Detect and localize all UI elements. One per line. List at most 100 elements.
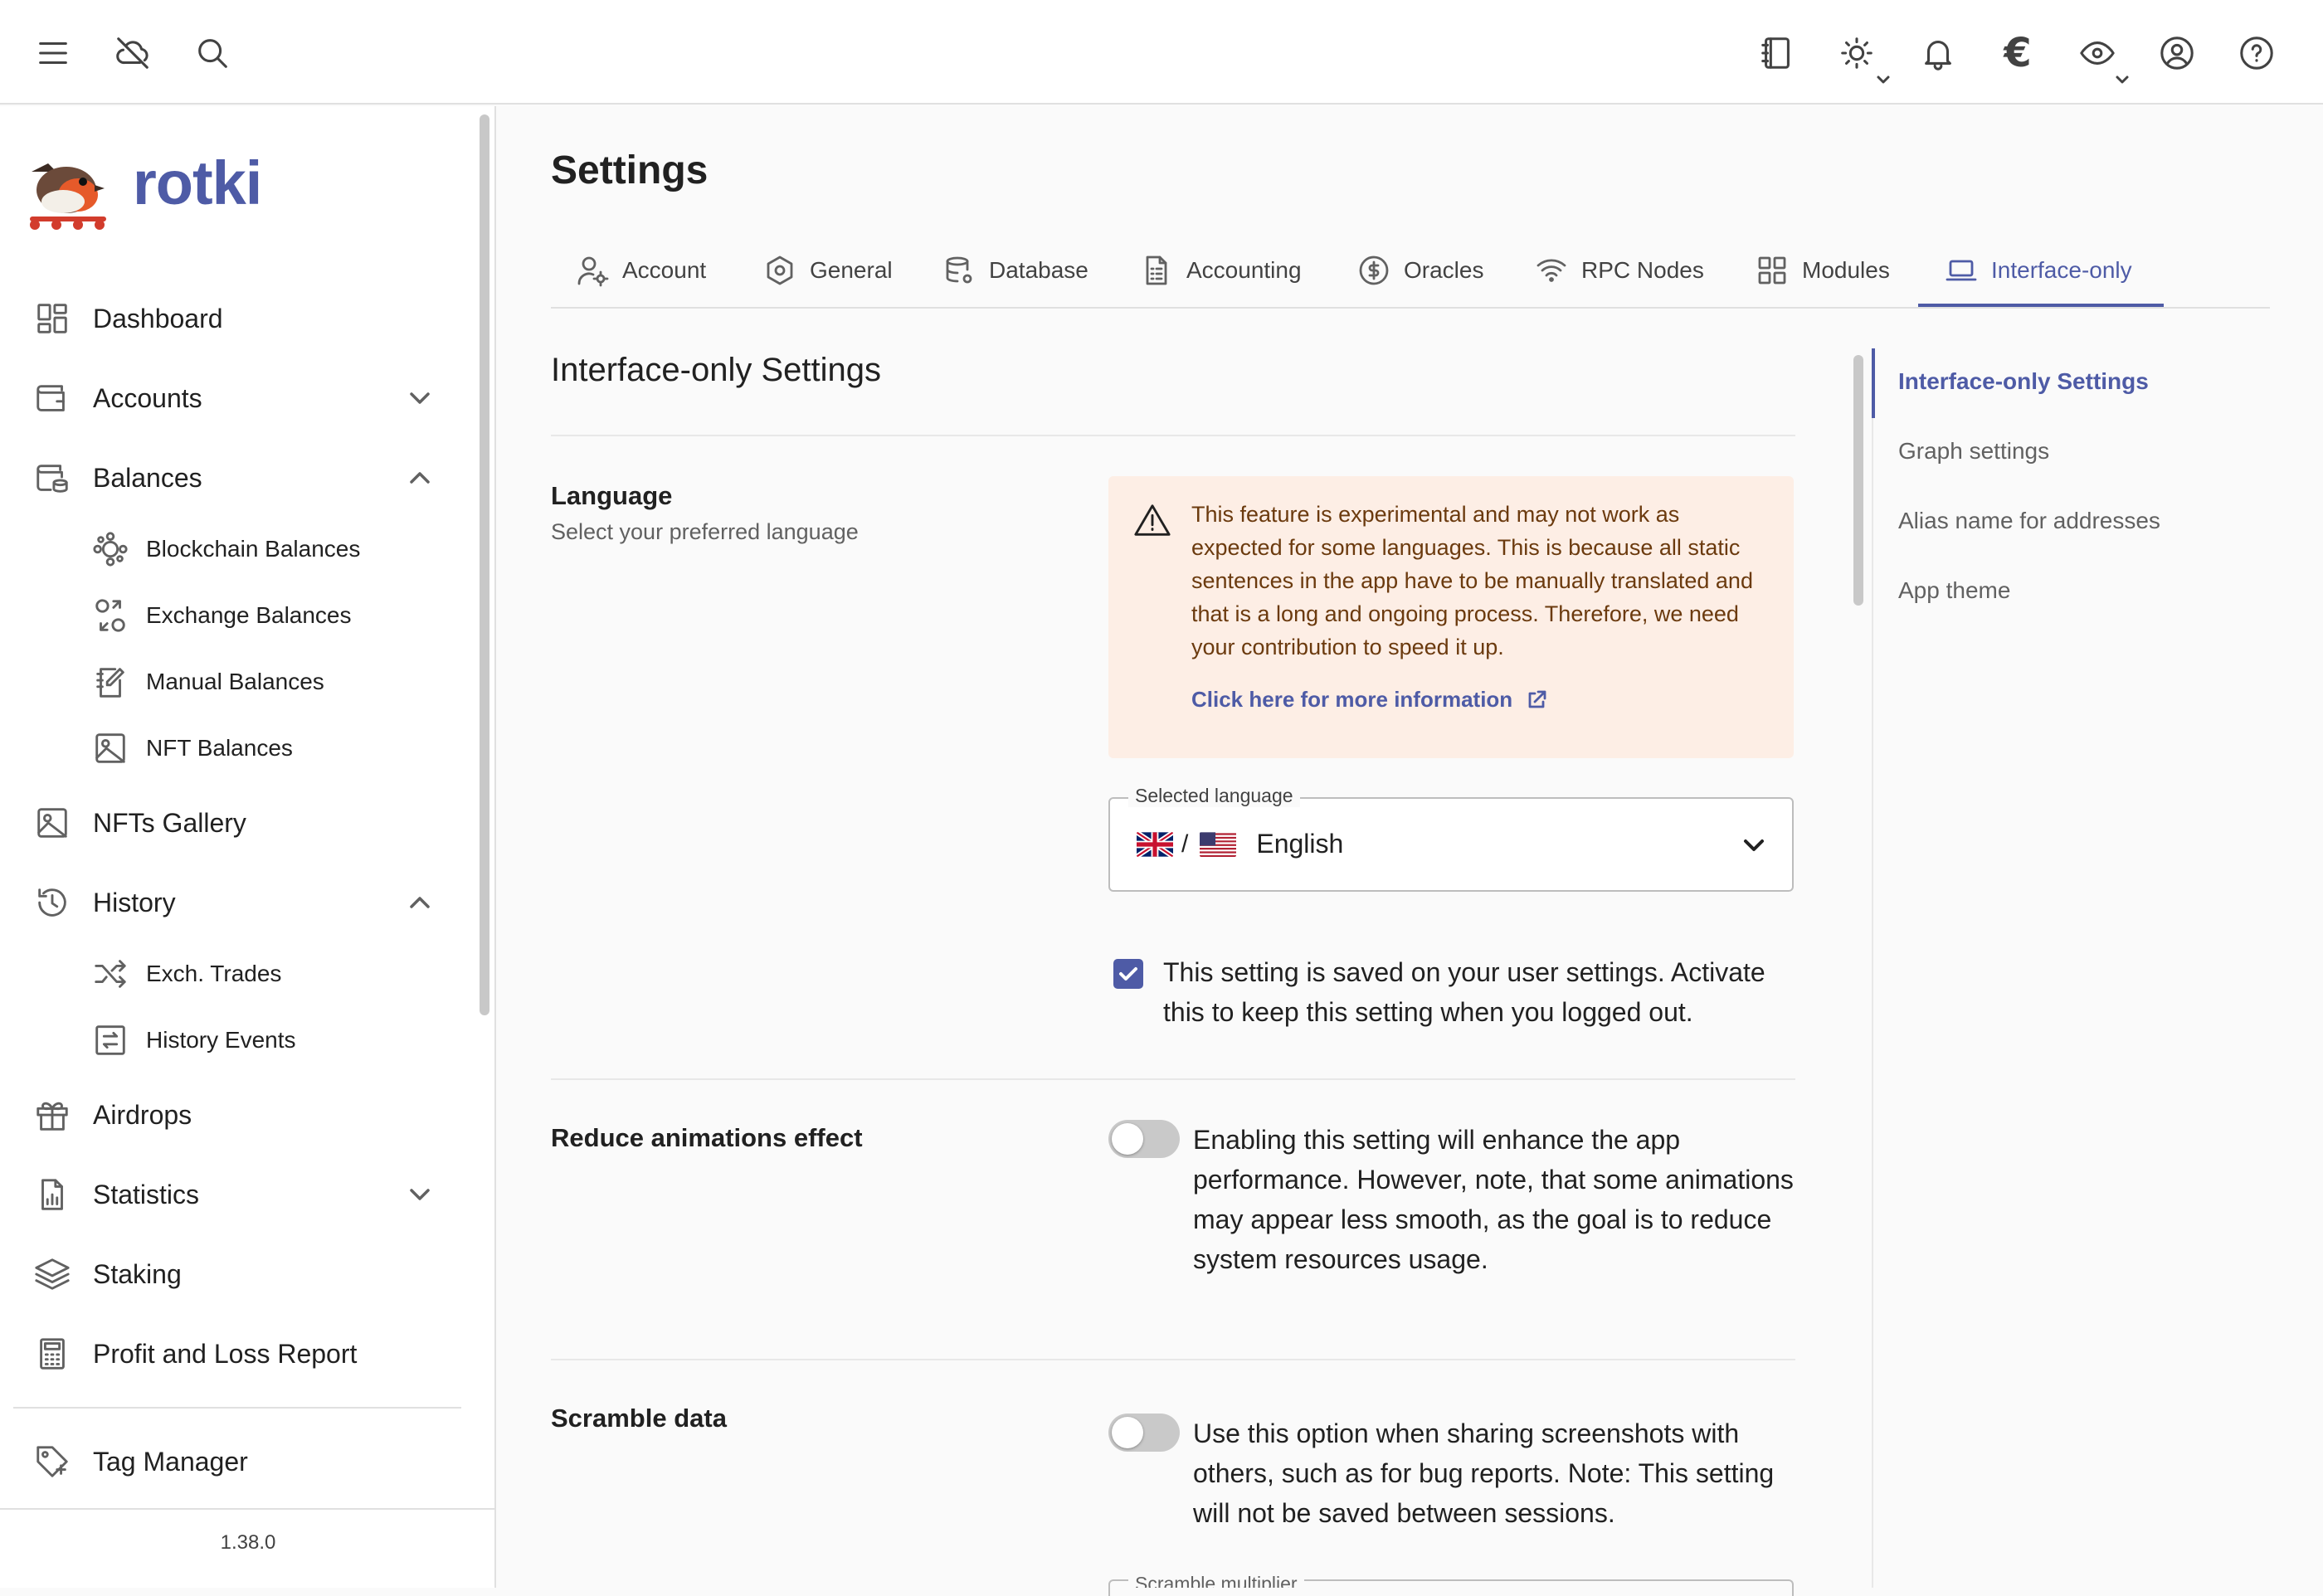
tab-database[interactable]: Database xyxy=(942,232,1088,309)
active-tab-indicator xyxy=(1918,304,2164,307)
check-icon xyxy=(1119,967,1137,980)
warning-triangle-icon xyxy=(1133,501,1171,539)
us-flag-icon xyxy=(1200,831,1237,857)
history-icon xyxy=(33,883,71,922)
tab-label: Accounting xyxy=(1186,257,1302,283)
cloud-off-icon[interactable] xyxy=(110,30,156,76)
bell-icon[interactable] xyxy=(1915,30,1961,76)
sidebar-item-tag-manager[interactable]: Tag Manager xyxy=(0,1425,465,1498)
image-icon xyxy=(91,729,129,767)
sidebar-item-profit-loss-report[interactable]: Profit and Loss Report xyxy=(0,1317,465,1390)
currency-euro-icon[interactable]: € xyxy=(1994,30,2041,76)
sidebar-item-label: NFTs Gallery xyxy=(93,807,246,838)
scramble-description: Use this option when sharing screenshots… xyxy=(1193,1418,1775,1528)
toc-item-interface-only[interactable]: Interface-only Settings xyxy=(1898,368,2149,395)
sidebar-item-staking[interactable]: Staking xyxy=(0,1238,465,1311)
sidebar-item-history-events[interactable]: History Events xyxy=(0,1009,465,1072)
selected-language-label: English xyxy=(1256,829,1344,859)
sidebar-sub-label: Exchange Balances xyxy=(146,602,352,628)
toggle-knob xyxy=(1112,1123,1143,1155)
sidebar-item-label: Accounts xyxy=(93,382,202,413)
blockchain-icon xyxy=(91,530,129,568)
checkbox-label: This setting is saved on your user setti… xyxy=(1163,957,1765,1027)
section-divider xyxy=(551,435,1795,436)
notes-icon[interactable] xyxy=(1754,30,1800,76)
sidebar-scrollbar[interactable] xyxy=(480,114,489,1015)
sidebar-item-nft-balances[interactable]: NFT Balances xyxy=(0,717,465,780)
events-icon xyxy=(91,1021,129,1059)
layers-icon xyxy=(33,1255,71,1293)
currency-symbol: € xyxy=(2004,30,2032,76)
tab-rpc-nodes[interactable]: RPC Nodes xyxy=(1535,232,1704,309)
sidebar-item-label: History xyxy=(93,887,176,917)
sidebar-item-label: Statistics xyxy=(93,1179,200,1209)
chevron-down-icon xyxy=(403,382,436,415)
sidebar-item-statistics[interactable]: Statistics xyxy=(0,1158,465,1231)
statistics-icon xyxy=(33,1175,71,1214)
tab-general[interactable]: General xyxy=(763,232,893,309)
language-select[interactable]: / English xyxy=(1108,797,1794,892)
toc-divider xyxy=(1872,348,1873,1588)
tab-accounting[interactable]: Accounting xyxy=(1140,232,1302,309)
sidebar-item-balances[interactable]: Balances xyxy=(0,441,465,514)
tab-label: Interface-only xyxy=(1991,257,2132,283)
exchange-icon xyxy=(91,596,129,635)
user-circle-icon[interactable] xyxy=(2154,30,2200,76)
chevron-up-icon xyxy=(403,461,436,494)
user-cog-icon xyxy=(577,256,609,287)
sidebar-item-history[interactable]: History xyxy=(0,866,465,939)
animations-label: Reduce animations effect xyxy=(551,1123,863,1152)
flag-separator: / xyxy=(1181,830,1189,858)
sidebar-item-dashboard[interactable]: Dashboard xyxy=(0,282,465,355)
sidebar-item-blockchain-balances[interactable]: Blockchain Balances xyxy=(0,518,465,581)
rotki-logo[interactable] xyxy=(23,143,114,242)
tab-label: Database xyxy=(989,257,1088,283)
sidebar-item-label: Staking xyxy=(93,1258,182,1289)
wifi-icon xyxy=(1536,259,1566,282)
help-icon[interactable] xyxy=(2233,30,2280,76)
tab-label: Oracles xyxy=(1404,257,1484,283)
calculator-icon xyxy=(33,1335,71,1373)
sidebar-item-nfts-gallery[interactable]: NFTs Gallery xyxy=(0,786,465,859)
section-divider xyxy=(551,1359,1795,1360)
sidebar-item-manual-balances[interactable]: Manual Balances xyxy=(0,650,465,713)
experimental-warning-alert: This feature is experimental and may not… xyxy=(1108,476,1794,758)
sidebar-item-label: Dashboard xyxy=(93,303,223,333)
language-label: Language xyxy=(551,481,673,510)
chevron-up-icon xyxy=(403,886,436,919)
scramble-multiplier-legend: Scramble multiplier xyxy=(1128,1573,1304,1588)
manual-edit-icon xyxy=(91,663,129,701)
hexagon-settings-icon xyxy=(767,255,793,285)
sidebar: rotki Dashboard Accounts Balances Blockc… xyxy=(0,106,496,1588)
toggle-knob xyxy=(1112,1417,1143,1448)
search-icon[interactable] xyxy=(189,30,236,76)
sidebar-item-exchange-balances[interactable]: Exchange Balances xyxy=(0,584,465,647)
toc-item-graph-settings[interactable]: Graph settings xyxy=(1898,438,2049,465)
sidebar-item-accounts[interactable]: Accounts xyxy=(0,362,465,435)
menu-icon[interactable] xyxy=(30,30,76,76)
link-label: Click here for more information xyxy=(1191,687,1513,712)
toc-item-app-theme[interactable]: App theme xyxy=(1898,577,2010,604)
scramble-data-toggle[interactable] xyxy=(1108,1414,1180,1452)
tab-account[interactable]: Account xyxy=(576,232,706,309)
sidebar-divider xyxy=(0,1508,496,1510)
selected-language: / English xyxy=(1137,829,1343,859)
sidebar-item-airdrops[interactable]: Airdrops xyxy=(0,1078,465,1151)
tab-interface-only[interactable]: Interface-only xyxy=(1945,232,2132,309)
toc-item-alias-name[interactable]: Alias name for addresses xyxy=(1898,508,2160,534)
select-legend: Selected language xyxy=(1128,785,1300,807)
reduce-animations-toggle[interactable] xyxy=(1108,1120,1180,1158)
more-information-link[interactable]: Click here for more information xyxy=(1191,687,1549,713)
sidebar-item-label: Airdrops xyxy=(93,1099,192,1130)
sidebar-divider xyxy=(13,1407,461,1409)
tag-icon xyxy=(33,1443,71,1481)
tab-modules[interactable]: Modules xyxy=(1756,232,1890,309)
chevron-down-icon[interactable] xyxy=(2112,70,2132,90)
laptop-icon xyxy=(1946,260,1977,281)
content-scrollbar[interactable] xyxy=(1853,355,1863,606)
tab-oracles[interactable]: Oracles xyxy=(1357,232,1483,309)
sidebar-item-exch-trades[interactable]: Exch. Trades xyxy=(0,942,465,1005)
chevron-down-icon[interactable] xyxy=(1873,70,1893,90)
dollar-circle-icon xyxy=(1359,255,1389,285)
persist-language-checkbox[interactable] xyxy=(1113,959,1143,989)
